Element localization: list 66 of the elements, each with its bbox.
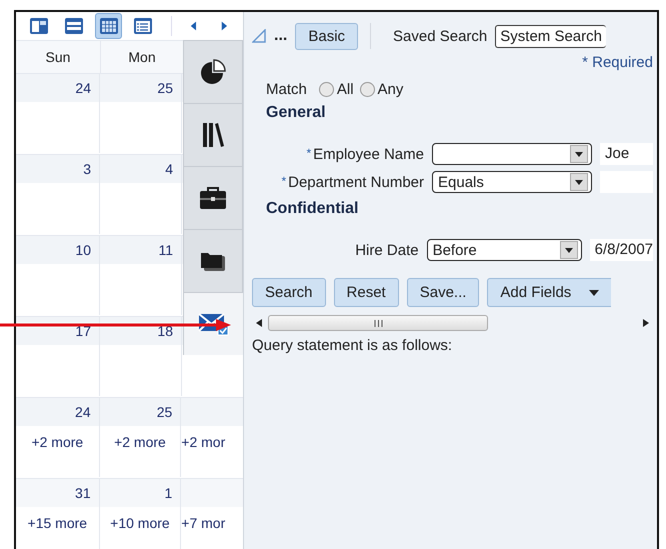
action-button[interactable]: Search [252,278,326,307]
day-number[interactable]: 10 [75,242,91,258]
more-link[interactable]: +2 mor [181,434,226,450]
side-tab[interactable] [183,40,243,103]
scroll-thumb[interactable] [268,315,488,331]
operator-select[interactable]: Before [426,239,582,261]
value-field[interactable]: Joe [600,143,653,165]
more-link[interactable]: +7 mor [181,515,226,531]
scroll-left-icon[interactable] [256,319,262,327]
day-number[interactable]: 18 [157,323,173,339]
day-number[interactable]: 31 [75,485,91,501]
dropdown-icon [564,248,573,252]
section-heading: Confidential [265,200,360,218]
field-label: *Employee Name [305,146,425,162]
field-label: *Department Number [280,174,425,190]
month-view-icon [98,17,119,35]
dropdown-icon [575,180,583,184]
section-heading: General [265,104,327,122]
next-icon[interactable] [220,20,229,32]
view-button[interactable] [95,13,122,39]
field-label: Hire Date [354,242,420,258]
radio-option[interactable]: All [318,81,354,98]
operator-select[interactable] [432,143,592,165]
books-icon [201,120,225,150]
dropdown-icon [575,152,583,156]
day-number[interactable]: 25 [157,80,173,96]
day-number[interactable]: 24 [75,404,91,420]
more-options[interactable]: ... [274,27,288,45]
day-number[interactable]: 24 [75,80,91,96]
saved-search-select[interactable]: System Search [495,24,606,48]
day-number[interactable]: 11 [158,242,173,258]
saved-search-label: Saved Search [393,28,488,44]
radio-option[interactable]: Any [360,81,404,98]
action-button[interactable]: Add Fields [487,278,612,307]
side-tab[interactable] [183,229,243,292]
day-number[interactable]: 17 [75,323,91,339]
value-field[interactable]: 6/8/2007 [590,239,653,261]
side-tab[interactable] [183,166,243,229]
operator-select[interactable]: Equals [432,171,592,193]
grip-icon [374,320,382,326]
day-number[interactable]: 25 [156,404,172,420]
basic-button[interactable]: Basic [295,22,358,50]
previous-icon[interactable] [189,20,198,32]
scroll-right-icon[interactable] [643,319,649,327]
action-button[interactable]: Save... [406,278,480,307]
day-view-icon [29,17,50,35]
briefcase-icon [198,185,228,211]
more-link[interactable]: +10 more [110,515,170,531]
side-tab[interactable] [183,292,243,355]
required-note: * Required [582,54,653,71]
more-link[interactable]: +2 more [114,434,166,450]
day-number[interactable]: 4 [165,161,173,177]
day-number[interactable]: 3 [83,161,91,177]
list-view-icon [133,17,154,35]
caret-icon [589,290,600,296]
side-tab[interactable] [183,103,243,166]
day-number[interactable]: 1 [164,485,172,501]
action-button[interactable]: Reset [334,278,399,307]
more-link[interactable]: +2 more [31,434,84,450]
match-label: Match [266,81,307,98]
query-statement: Query statement is as follows: [252,337,454,354]
triangle-icon[interactable] [252,29,266,43]
week-view-icon [64,17,84,35]
more-link[interactable]: +15 more [28,515,88,531]
day-header: Sun [16,41,101,73]
pie-chart-icon [198,57,228,87]
